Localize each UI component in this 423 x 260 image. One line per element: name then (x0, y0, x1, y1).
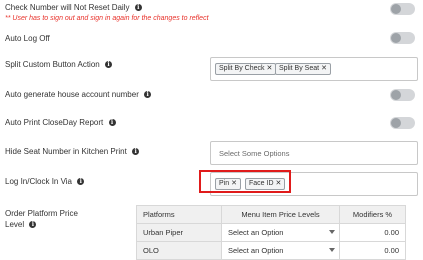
info-icon: i (108, 119, 116, 126)
price-level-table: Platforms Menu Item Price Levels Modifie… (136, 205, 406, 260)
price-level-select[interactable]: Select an Option (221, 241, 340, 260)
auto-print-closeday-toggle[interactable] (390, 117, 415, 129)
close-icon[interactable]: ✕ (267, 65, 273, 72)
auto-print-closeday-label: Auto Print CloseDay Report i (5, 118, 116, 127)
hide-seat-number-label: Hide Seat Number in Kitchen Print i (5, 147, 140, 156)
modifiers-input[interactable]: 0.00 (339, 241, 406, 260)
auto-generate-house-account-label: Auto generate house account number i (5, 90, 152, 99)
info-icon: i (132, 148, 140, 155)
col-modifiers: Modifiers % (339, 205, 406, 224)
chip-split-by-seat: Split By Seat ✕ (275, 63, 331, 75)
select-placeholder: Select Some Options (219, 149, 290, 158)
auto-log-off-toggle[interactable] (390, 32, 415, 44)
platform-name: OLO (136, 241, 222, 260)
auto-generate-house-account-toggle[interactable] (390, 89, 415, 101)
chevron-down-icon (329, 230, 335, 234)
toggle-knob (391, 118, 401, 128)
hide-seat-number-select[interactable]: Select Some Options (210, 141, 418, 165)
toggle-knob (391, 33, 401, 43)
info-icon: i (104, 61, 112, 68)
col-menu-item-price-levels: Menu Item Price Levels (221, 205, 340, 224)
table-row: Urban Piper Select an Option 0.00 (136, 223, 406, 242)
info-icon: i (29, 221, 37, 228)
chip-split-by-check: Split By Check ✕ (215, 63, 277, 75)
info-icon: i (134, 4, 142, 11)
auto-log-off-label: Auto Log Off (5, 34, 50, 43)
toggle-knob (391, 4, 401, 14)
price-level-select[interactable]: Select an Option (221, 223, 340, 242)
split-custom-button-action-select[interactable]: Split By Check ✕ Split By Seat ✕ (210, 57, 418, 81)
sign-out-warning: ** User has to sign out and sign in agai… (5, 15, 209, 22)
split-custom-button-action-label: Split Custom Button Action i (5, 60, 112, 69)
toggle-knob (391, 90, 401, 100)
modifiers-input[interactable]: 0.00 (339, 223, 406, 242)
check-number-reset-toggle[interactable] (390, 3, 415, 15)
chevron-down-icon (329, 248, 335, 252)
highlight-box (199, 170, 291, 193)
close-icon[interactable]: ✕ (321, 65, 327, 72)
platform-name: Urban Piper (136, 223, 222, 242)
check-number-reset-label: Check Number will Not Reset Daily i (5, 3, 142, 12)
col-platforms: Platforms (136, 205, 222, 224)
info-icon: i (77, 178, 85, 185)
log-in-clock-in-via-label: Log In/Clock In Via i (5, 177, 85, 186)
order-platform-price-level-label: Order Platform Price Level i (5, 209, 78, 229)
table-header-row: Platforms Menu Item Price Levels Modifie… (136, 205, 406, 224)
info-icon: i (144, 91, 152, 98)
table-row: OLO Select an Option 0.00 (136, 241, 406, 260)
